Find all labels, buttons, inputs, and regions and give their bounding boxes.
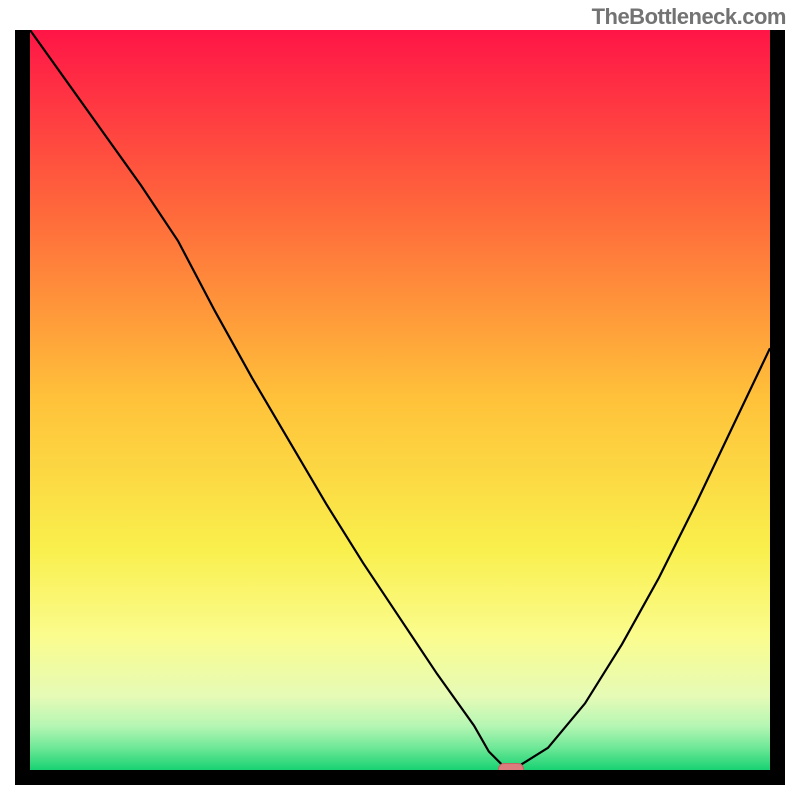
plot-area bbox=[30, 30, 770, 770]
watermark-text: TheBottleneck.com bbox=[592, 4, 786, 30]
plot-frame bbox=[15, 30, 785, 785]
optimum-marker bbox=[498, 763, 524, 770]
chart-container: TheBottleneck.com bbox=[0, 0, 800, 800]
bottleneck-curve bbox=[30, 30, 770, 770]
